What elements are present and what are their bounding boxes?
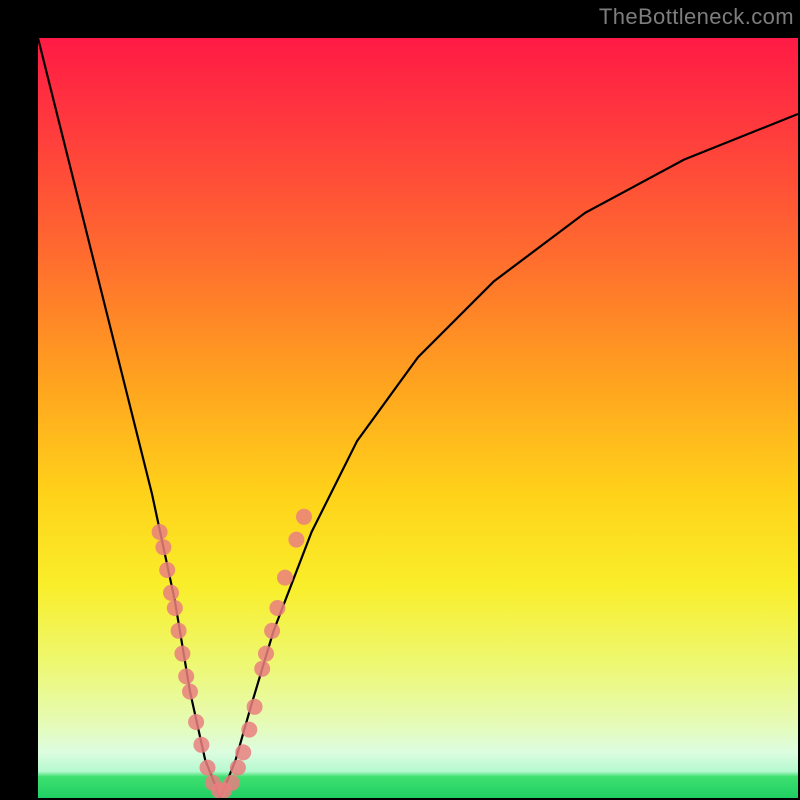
watermark-text: TheBottleneck.com <box>599 4 794 30</box>
sample-point <box>254 661 270 677</box>
sample-point <box>247 699 263 715</box>
sample-point <box>277 570 293 586</box>
sample-point <box>269 600 285 616</box>
sample-point <box>171 623 187 639</box>
sample-point <box>296 509 312 525</box>
sample-point <box>155 539 171 555</box>
bottleneck-curve <box>38 38 798 798</box>
sample-point <box>241 722 257 738</box>
sample-points <box>152 509 312 798</box>
sample-point <box>200 760 216 776</box>
sample-point <box>163 585 179 601</box>
plot-area <box>38 38 798 798</box>
sample-point <box>178 668 194 684</box>
chart-svg <box>38 38 798 798</box>
chart-frame: TheBottleneck.com <box>0 0 800 800</box>
sample-point <box>264 623 280 639</box>
sample-point <box>258 646 274 662</box>
sample-point <box>230 760 246 776</box>
sample-point <box>167 600 183 616</box>
sample-point <box>174 646 190 662</box>
sample-point <box>182 684 198 700</box>
sample-point <box>193 737 209 753</box>
sample-point <box>152 524 168 540</box>
sample-point <box>235 744 251 760</box>
sample-point <box>159 562 175 578</box>
sample-point <box>188 714 204 730</box>
sample-point <box>288 532 304 548</box>
sample-point <box>224 775 240 791</box>
